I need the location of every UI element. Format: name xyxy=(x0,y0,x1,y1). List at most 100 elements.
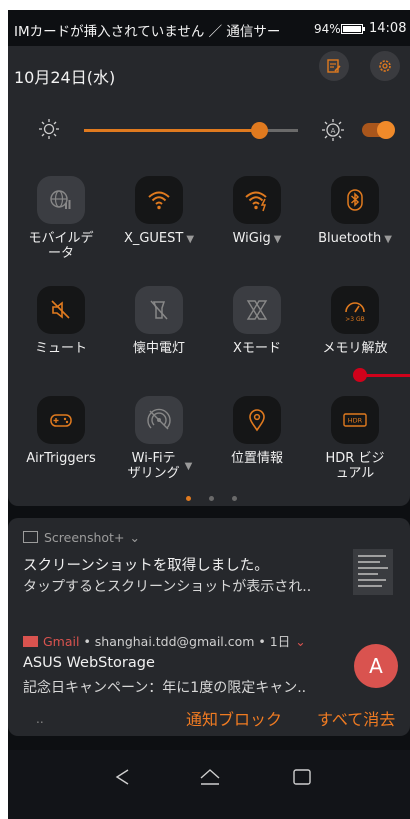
tile-icon-box xyxy=(233,176,281,224)
xmode-icon xyxy=(246,300,268,320)
edit-tiles-button[interactable] xyxy=(319,51,349,81)
tile-label-row: X_GUEST ▼ xyxy=(111,231,207,247)
tile-label: メモリ解放 xyxy=(322,341,388,356)
phone-screen: IMカードが挿入されていません ／ 通信サー 94% 14:08 10月24日(… xyxy=(8,10,410,819)
tile-xmode[interactable]: Xモード xyxy=(209,286,305,356)
flashlight-icon xyxy=(150,300,168,320)
clear-all-button[interactable]: すべて消去 xyxy=(317,706,395,730)
auto-brightness-toggle-knob xyxy=(377,121,395,139)
tile-icon-box xyxy=(135,286,183,334)
quick-settings-panel: 10月24日(水) A モバイルデータ X_GUEST ▼ WiGig ▼ Bl… xyxy=(8,46,410,506)
screenshot-thumbnail[interactable] xyxy=(353,549,393,595)
gmail-account: shanghai.tdd@gmail.com xyxy=(94,634,255,649)
status-bar: IMカードが挿入されていません ／ 通信サー 94% 14:08 xyxy=(8,10,410,46)
tile-wifi[interactable]: X_GUEST ▼ xyxy=(111,176,207,247)
recents-button[interactable] xyxy=(290,765,314,789)
gmail-icon xyxy=(23,636,38,647)
tile-label: HDR ビジュアル xyxy=(325,451,385,481)
brightness-slider-thumb[interactable] xyxy=(251,122,269,139)
tile-memory-release[interactable]: >3 GB メモリ解放 xyxy=(307,286,403,356)
tile-hdr-visual[interactable]: HDR HDR ビジュアル xyxy=(307,396,403,481)
home-icon xyxy=(200,769,220,785)
tile-mobile-data[interactable]: モバイルデータ xyxy=(13,176,109,261)
image-icon xyxy=(23,531,38,543)
edit-icon xyxy=(327,59,341,73)
hotspot-icon xyxy=(147,408,171,430)
separator-dot: • xyxy=(254,634,270,649)
tile-icon-box xyxy=(135,176,183,224)
gmail-app-name: Gmail xyxy=(43,634,80,649)
screenshot-title[interactable]: スクリーンショットを取得しました。 xyxy=(23,554,269,575)
home-button[interactable] xyxy=(198,765,222,789)
memory-badge: >3 GB xyxy=(345,316,365,323)
screenshot-text[interactable]: タップするとスクリーンショットが表示され.. xyxy=(23,576,311,596)
tile-label: ミュート xyxy=(34,341,87,356)
tile-icon-box xyxy=(331,176,379,224)
globe-icon xyxy=(50,190,71,209)
tile-label: 懐中電灯 xyxy=(132,341,185,356)
tile-label: WiGig xyxy=(232,231,271,246)
tile-icon-box: HDR xyxy=(331,396,379,444)
battery-percent: 94% xyxy=(314,22,341,36)
tile-label-row: WiGig ▼ xyxy=(209,231,305,247)
svg-text:A: A xyxy=(331,127,336,135)
mute-icon xyxy=(51,300,70,319)
tile-label-row: Wi-Fiテザリング ▼ xyxy=(111,451,207,481)
notification-card: Screenshot+ ⌄ スクリーンショットを取得しました。 タップするとスクリ… xyxy=(8,518,410,736)
tile-label: AirTriggers xyxy=(26,451,96,466)
tile-bluetooth[interactable]: Bluetooth ▼ xyxy=(307,176,403,247)
recents-icon xyxy=(293,769,311,785)
location-icon xyxy=(249,409,265,432)
settings-button[interactable] xyxy=(370,51,400,81)
tile-icon-box xyxy=(37,396,85,444)
date-label: 10月24日(水) xyxy=(14,68,116,87)
memory-gauge-icon: >3 GB xyxy=(345,302,365,323)
tile-location[interactable]: 位置情報 xyxy=(209,396,305,466)
brightness-low-icon xyxy=(39,119,59,139)
dropdown-caret-icon[interactable]: ▼ xyxy=(274,234,282,245)
dropdown-caret-icon[interactable]: ▼ xyxy=(186,234,194,245)
page-dot-1[interactable] xyxy=(186,496,191,501)
tile-label: X_GUEST xyxy=(123,231,184,246)
wifi-icon xyxy=(148,191,170,210)
back-button[interactable] xyxy=(110,765,134,789)
tile-label: Bluetooth xyxy=(318,231,382,246)
tile-airtriggers[interactable]: AirTriggers xyxy=(13,396,109,466)
avatar: A xyxy=(354,644,398,688)
dropdown-caret-icon[interactable]: ▼ xyxy=(384,234,392,245)
expand-chevron-icon[interactable]: ⌄ xyxy=(129,530,139,545)
auto-brightness-toggle[interactable] xyxy=(362,121,395,139)
page-dot-2[interactable] xyxy=(209,496,214,501)
tile-flashlight[interactable]: 懐中電灯 xyxy=(111,286,207,356)
gmail-title[interactable]: ASUS WebStorage xyxy=(23,655,155,671)
tile-mute[interactable]: ミュート xyxy=(13,286,109,356)
tile-icon-box xyxy=(135,396,183,444)
brightness-slider[interactable] xyxy=(84,122,298,139)
page-dot-3[interactable] xyxy=(232,496,237,501)
screenshot-notification-header[interactable]: Screenshot+ ⌄ xyxy=(23,530,140,545)
tile-label: モバイルデータ xyxy=(28,231,94,261)
gmail-time: 1日 xyxy=(269,634,291,649)
tile-label: 位置情報 xyxy=(230,451,283,466)
navigation-bar xyxy=(8,750,410,819)
tile-icon-box xyxy=(37,286,85,334)
bluetooth-icon xyxy=(347,189,363,211)
expand-chevron-icon[interactable]: ⌄ xyxy=(295,634,305,649)
tile-wigig[interactable]: WiGig ▼ xyxy=(209,176,305,247)
tile-label: Wi-Fiテザリング xyxy=(127,451,180,481)
separator-dot: • xyxy=(79,634,95,649)
hdr-badge: HDR xyxy=(348,417,363,425)
auto-brightness-icon: A xyxy=(322,119,344,141)
block-notifications-button[interactable]: 通知ブロック xyxy=(186,706,282,730)
screenshot-app-name: Screenshot+ xyxy=(44,530,125,545)
gmail-text[interactable]: 記念日キャンペーン：年に1度の限定キャン.. xyxy=(23,677,306,697)
tile-icon-box xyxy=(233,286,281,334)
tile-label-row: Bluetooth ▼ xyxy=(307,231,403,247)
tile-icon-box: >3 GB xyxy=(331,286,379,334)
hdr-icon: HDR xyxy=(343,413,367,427)
wigig-icon xyxy=(245,191,267,212)
tile-wifi-tethering[interactable]: Wi-Fiテザリング ▼ xyxy=(111,396,207,481)
gmail-notification-header[interactable]: Gmail • shanghai.tdd@gmail.com • 1日 ⌄ xyxy=(23,631,306,650)
dropdown-caret-icon[interactable]: ▼ xyxy=(185,459,193,474)
brightness-slider-fill xyxy=(84,129,260,132)
